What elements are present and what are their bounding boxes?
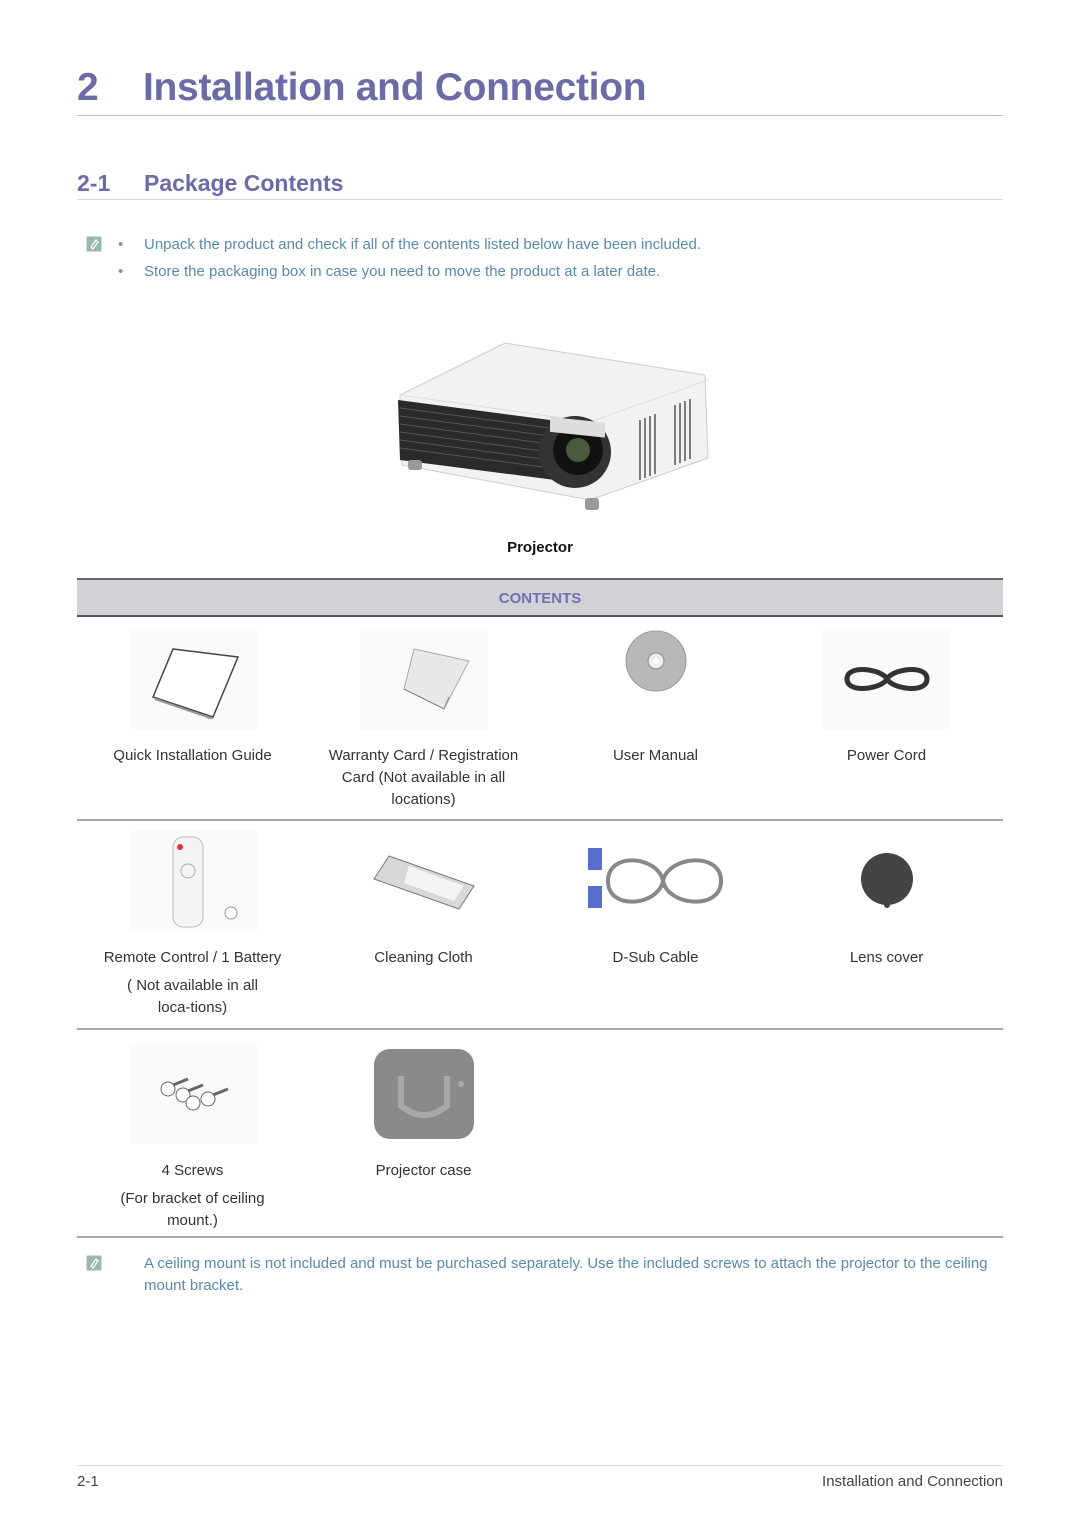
content-item: 4 Screws (For bracket of ceiling mount.) — [77, 1044, 308, 1232]
booklet-icon — [128, 629, 257, 729]
content-item: Lens cover — [771, 831, 1002, 969]
intro-note-2: • Store the packaging box in case you nee… — [118, 263, 661, 280]
content-item: Remote Control / 1 Battery ( Not availab… — [77, 831, 308, 1019]
chapter-title-text: Installation and Connection — [143, 66, 647, 109]
projector-label: Projector — [507, 539, 573, 556]
warranty-card-icon — [359, 629, 488, 729]
section-divider — [77, 199, 1003, 200]
chapter-title: 2 Installation and Connection — [77, 66, 647, 110]
remote-control-icon — [128, 831, 257, 931]
power-cord-icon — [822, 629, 951, 729]
content-item: D-Sub Cable — [540, 831, 771, 969]
content-item: Warranty Card / Registration Card (Not a… — [308, 629, 539, 811]
contents-row-1: Quick Installation Guide Warranty Card /… — [77, 619, 1003, 821]
chapter-divider — [77, 115, 1003, 116]
content-item: Cleaning Cloth — [308, 831, 539, 969]
contents-row-3: 4 Screws (For bracket of ceiling mount.)… — [77, 1030, 1003, 1238]
contents-header: CONTENTS — [77, 578, 1003, 617]
cd-disc-icon — [591, 629, 720, 729]
dsub-cable-icon — [580, 831, 731, 931]
section-number: 2-1 — [77, 170, 111, 196]
section-title: 2-1 Package Contents — [77, 170, 343, 197]
content-item: User Manual — [540, 629, 771, 767]
footer-page-number: 2-1 — [77, 1473, 99, 1490]
chapter-number: 2 — [77, 66, 99, 109]
intro-note-1: • Unpack the product and check if all of … — [118, 236, 702, 253]
footer-divider — [77, 1465, 1003, 1466]
content-item: Projector case — [308, 1044, 539, 1182]
projector-image — [390, 340, 710, 515]
screws-icon — [128, 1044, 257, 1144]
note-icon — [86, 1255, 102, 1271]
section-title-text: Package Contents — [144, 170, 344, 196]
ceiling-mount-note: A ceiling mount is not included and must… — [144, 1255, 988, 1294]
content-item: Quick Installation Guide — [77, 629, 308, 767]
note-icon — [86, 236, 102, 252]
lens-cover-icon — [822, 831, 951, 931]
cleaning-cloth-icon — [359, 831, 488, 931]
projector-case-icon — [359, 1044, 488, 1144]
footer-chapter-title: Installation and Connection — [822, 1473, 1003, 1490]
content-item: Power Cord — [771, 629, 1002, 767]
contents-row-2: Remote Control / 1 Battery ( Not availab… — [77, 821, 1003, 1030]
